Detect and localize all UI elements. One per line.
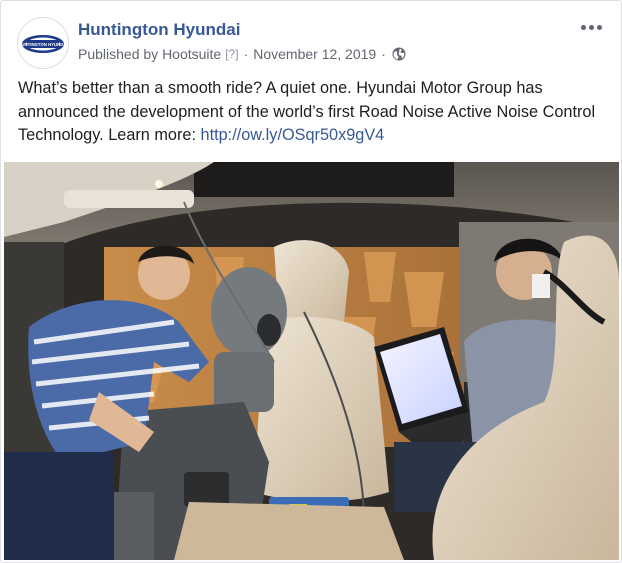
post-date-link[interactable]: November 12, 2019 — [253, 46, 376, 62]
separator-dot-2: · — [381, 46, 386, 62]
page-avatar[interactable]: HUNTINGTON HYUNDAI — [17, 17, 69, 69]
globe-icon[interactable] — [392, 47, 406, 61]
avatar-text: HUNTINGTON HYUNDAI — [18, 42, 67, 47]
post-meta: Published by Hootsuite [?] · November 12… — [78, 46, 406, 62]
publisher-link[interactable]: Hootsuite — [162, 46, 221, 62]
help-marker[interactable]: [?] — [225, 47, 238, 61]
huntington-hyundai-logo: HUNTINGTON HYUNDAI — [18, 18, 68, 68]
post-link[interactable]: http://ow.ly/OSqr50x9gV4 — [201, 126, 385, 144]
more-options-icon[interactable] — [579, 17, 603, 37]
post-text: What’s better than a smooth ride? A quie… — [18, 77, 608, 148]
page-name-link[interactable]: Huntington Hyundai — [78, 20, 240, 40]
post-card: HUNTINGTON HYUNDAI Huntington Hyundai Pu… — [0, 0, 622, 563]
post-header: HUNTINGTON HYUNDAI Huntington Hyundai Pu… — [17, 17, 605, 69]
published-by-label: Published by — [78, 46, 159, 62]
car-interior-photo — [4, 162, 619, 560]
post-photo[interactable] — [4, 162, 619, 560]
separator-dot: · — [243, 46, 249, 62]
